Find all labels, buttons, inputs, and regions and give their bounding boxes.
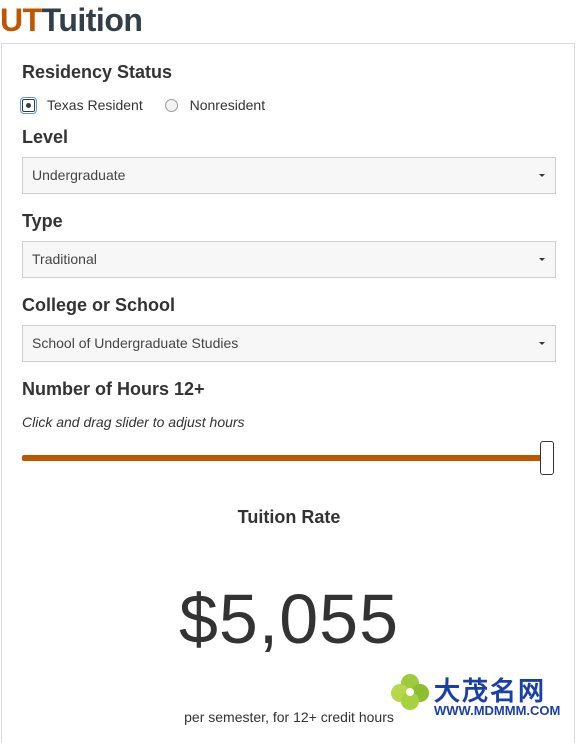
slider-hint: Click and drag slider to adjust hours [22, 414, 245, 430]
type-select[interactable]: Traditional [22, 241, 556, 278]
chevron-down-icon [539, 258, 545, 261]
tuition-amount: $5,055 [178, 580, 400, 658]
chevron-down-icon [539, 174, 545, 177]
hours-slider-handle[interactable] [540, 441, 554, 475]
residency-label: Residency Status [22, 62, 173, 82]
watermark-logo: 大茂名网 WWW.MDMMM.COM [390, 671, 570, 721]
calculator-panel: Residency Status Texas Resident Nonresid… [1, 43, 575, 743]
hours-slider-track[interactable] [22, 455, 542, 461]
radio-label-nonresident: Nonresident [189, 97, 266, 113]
watermark-url: WWW.MDMMM.COM [434, 703, 561, 718]
type-select-value: Traditional [32, 251, 97, 267]
radio-button-nonresident[interactable] [164, 98, 178, 112]
radio-button-texas-resident[interactable] [20, 96, 37, 114]
clover-icon [391, 674, 429, 710]
logo-tuition: Tuition [41, 2, 143, 38]
college-select-value: School of Undergraduate Studies [32, 335, 239, 351]
radio-label-texas-resident: Texas Resident [47, 97, 143, 113]
tuition-rate-title: Tuition Rate [237, 507, 341, 527]
chevron-down-icon [539, 342, 545, 345]
level-select[interactable]: Undergraduate [22, 157, 556, 194]
college-label: College or School [22, 295, 176, 315]
college-select[interactable]: School of Undergraduate Studies [22, 325, 556, 362]
logo-ut: UT [0, 2, 42, 38]
residency-options: Texas Resident Nonresident [20, 96, 283, 115]
app-logo: UTTuition [0, 0, 143, 40]
radio-texas-resident[interactable]: Texas Resident [20, 96, 143, 114]
type-label: Type [22, 211, 63, 231]
level-label: Level [22, 127, 69, 147]
radio-nonresident[interactable]: Nonresident [164, 97, 266, 113]
hours-label: Number of Hours 12+ [22, 379, 205, 399]
level-select-value: Undergraduate [32, 167, 126, 183]
